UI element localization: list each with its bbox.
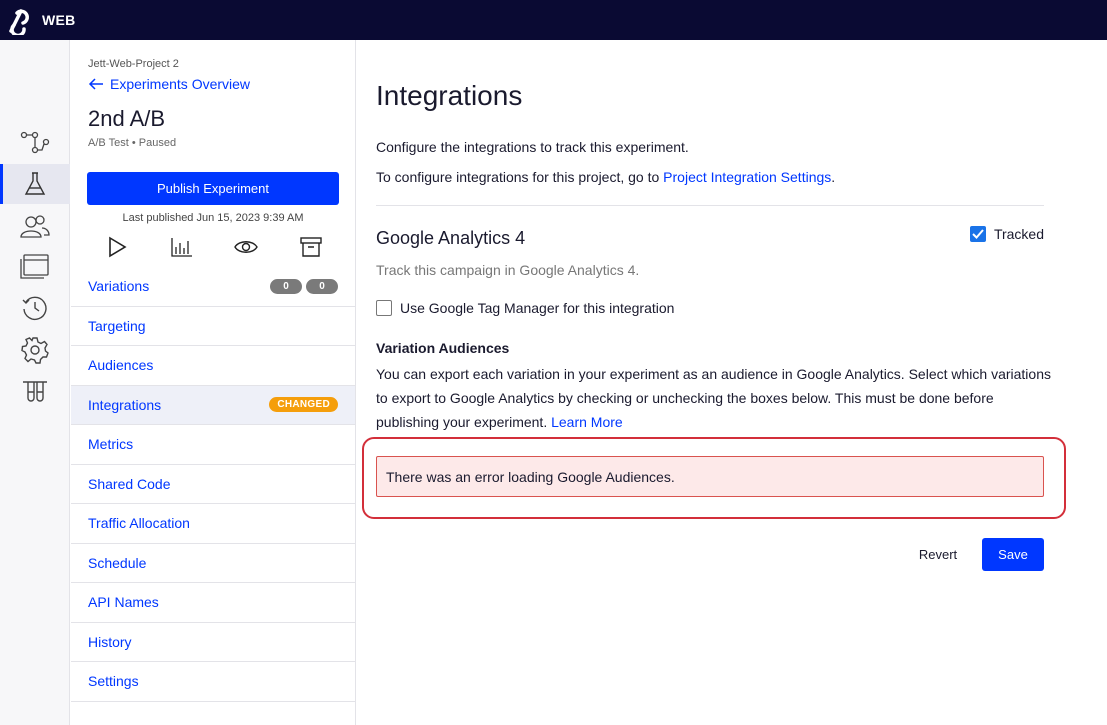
experiment-status: Paused <box>138 137 177 149</box>
revert-button[interactable]: Revert <box>904 538 972 571</box>
checkbox-checked-icon[interactable] <box>969 226 986 242</box>
back-link-label: Experiments Overview <box>110 76 251 92</box>
gtm-checkbox[interactable]: Use Google Tag Manager for this integrat… <box>376 300 674 316</box>
experiment-nav: Variations 0 0 Targeting Audiences Integ… <box>71 267 355 702</box>
rail-audiences[interactable] <box>0 206 70 246</box>
project-name: Jett-Web-Project 2 <box>88 58 179 70</box>
experiment-type: A/B Test <box>88 137 129 149</box>
rail-history[interactable] <box>0 288 70 328</box>
project-settings-suffix: . <box>831 169 836 185</box>
nav-item-history[interactable]: History <box>71 623 355 662</box>
nav-item-label: Targeting <box>88 317 146 334</box>
experiment-panel: Jett-Web-Project 2 Experiments Overview … <box>71 40 356 725</box>
page-title: Integrations <box>376 80 523 111</box>
flask-icon <box>24 172 46 195</box>
integrations-content: Integrations Configure the integrations … <box>376 40 1051 725</box>
flow-icon <box>20 131 50 154</box>
tracked-label: Tracked <box>993 226 1044 242</box>
nav-item-metrics[interactable]: Metrics <box>71 425 355 465</box>
publish-experiment-button[interactable]: Publish Experiment <box>87 172 339 205</box>
save-button[interactable]: Save <box>982 538 1044 571</box>
nav-item-label: History <box>88 633 132 650</box>
nav-item-variations[interactable]: Variations 0 0 <box>71 267 355 307</box>
nav-item-label: Integrations <box>88 396 162 413</box>
integration-title: Google Analytics 4 <box>376 228 526 248</box>
history-icon <box>22 296 47 321</box>
rail-experiments[interactable] <box>0 164 70 204</box>
nav-item-schedule[interactable]: Schedule <box>71 544 355 583</box>
nav-item-label: Metrics <box>88 436 134 453</box>
icon-rail <box>0 40 70 725</box>
project-settings-prefix: To configure integrations for this proje… <box>376 169 664 185</box>
product-name: WEB <box>42 12 76 28</box>
nav-item-traffic-allocation[interactable]: Traffic Allocation <box>71 504 355 544</box>
rail-flow[interactable] <box>0 122 70 162</box>
nav-item-label: Traffic Allocation <box>88 515 190 532</box>
archive-icon <box>300 237 322 257</box>
nav-item-integrations[interactable]: Integrations CHANGED <box>71 385 355 425</box>
error-message: There was an error loading Google Audien… <box>376 456 1044 497</box>
gtm-label: Use Google Tag Manager for this integrat… <box>400 300 675 316</box>
archive-button[interactable] <box>299 234 323 260</box>
variation-audiences-title: Variation Audiences <box>376 340 510 356</box>
count-badge: 0 <box>270 278 302 294</box>
nav-item-settings[interactable]: Settings <box>71 662 355 702</box>
nav-item-label: Schedule <box>88 554 147 571</box>
checkbox-unchecked-icon[interactable] <box>376 300 392 316</box>
count-badge: 0 <box>306 278 338 294</box>
back-link[interactable]: Experiments Overview <box>88 76 250 92</box>
top-bar: WEB <box>0 0 1107 40</box>
nav-item-audiences[interactable]: Audiences <box>71 346 355 386</box>
play-icon <box>109 236 127 258</box>
rail-settings[interactable] <box>0 330 70 370</box>
browser-icon <box>20 254 49 279</box>
experiment-actions <box>87 234 339 260</box>
nav-item-label: API Names <box>88 594 159 611</box>
nav-item-shared-code[interactable]: Shared Code <box>71 465 355 504</box>
meta-dot: • <box>131 137 139 149</box>
nav-item-label: Settings <box>88 673 139 690</box>
nav-item-api-names[interactable]: API Names <box>71 583 355 623</box>
rail-labs[interactable] <box>0 372 70 412</box>
view-button[interactable] <box>234 234 259 260</box>
results-button[interactable] <box>170 234 194 260</box>
users-icon <box>20 215 50 238</box>
nav-item-label: Audiences <box>88 357 154 374</box>
project-settings-text: To configure integrations for this proje… <box>376 169 835 185</box>
gear-icon <box>21 337 49 364</box>
variation-audiences-text: You can export each variation in your ex… <box>376 362 1052 434</box>
rail-pages[interactable] <box>0 246 70 286</box>
nav-item-label: Variations <box>88 278 150 295</box>
intro-text: Configure the integrations to track this… <box>376 139 689 155</box>
test-tubes-icon <box>23 381 47 402</box>
changed-badge: CHANGED <box>269 397 338 413</box>
nav-item-targeting[interactable]: Targeting <box>71 307 355 346</box>
optimizely-logo-icon[interactable] <box>4 0 36 40</box>
section-divider <box>376 205 1044 206</box>
integration-subtitle: Track this campaign in Google Analytics … <box>376 262 640 278</box>
bar-chart-icon <box>171 238 192 257</box>
variation-audiences-description: You can export each variation in your ex… <box>376 366 1051 430</box>
tracked-checkbox[interactable]: Tracked <box>969 226 1044 242</box>
project-integration-settings-link[interactable]: Project Integration Settings <box>663 169 831 185</box>
preview-button[interactable] <box>105 234 129 260</box>
variation-badges: 0 0 <box>270 278 338 294</box>
experiment-meta: A/B Test • Paused <box>88 137 176 149</box>
last-published-text: Last published Jun 15, 2023 9:39 AM <box>122 212 304 224</box>
eye-icon <box>234 241 259 253</box>
arrow-left-icon <box>88 78 103 90</box>
nav-item-label: Shared Code <box>88 475 171 492</box>
experiment-title: 2nd A/B <box>88 106 166 131</box>
learn-more-link[interactable]: Learn More <box>551 414 623 430</box>
